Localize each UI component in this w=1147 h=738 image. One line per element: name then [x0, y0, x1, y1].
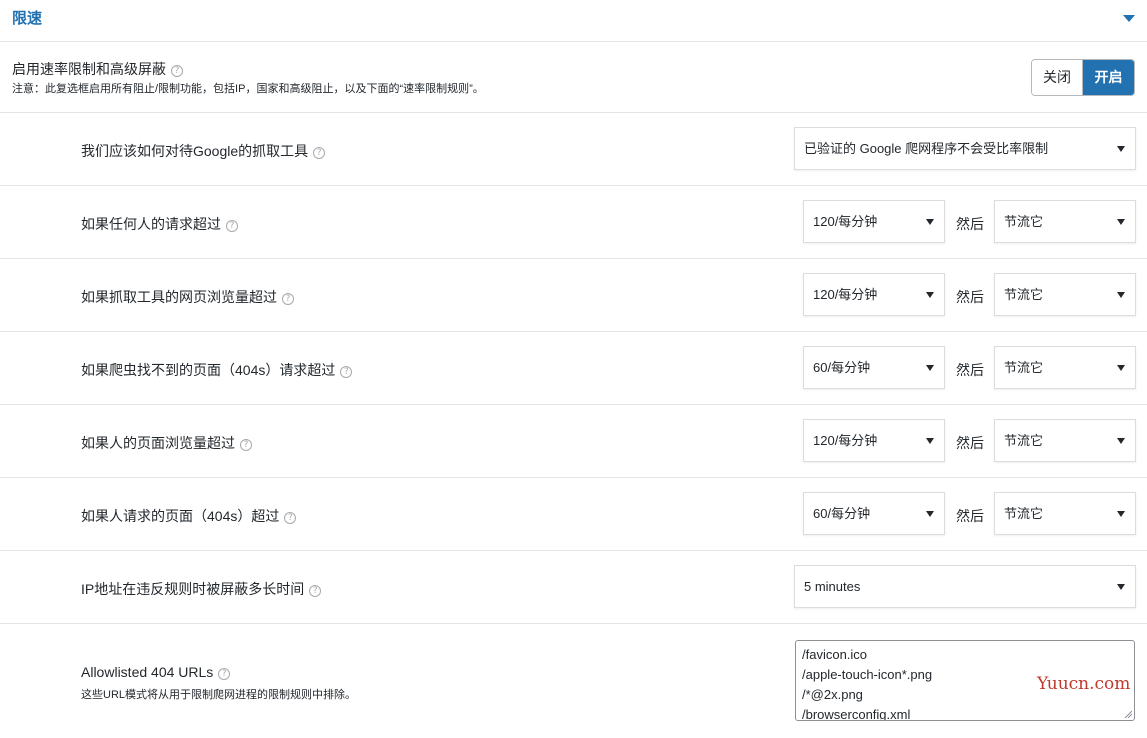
enable-rate-limiting-label: 启用速率限制和高级屏蔽?	[12, 59, 183, 79]
allowlist-row: Allowlisted 404 URLs? 这些URL模式将从用于限制爬网进程的…	[0, 624, 1147, 738]
rule-rate-select[interactable]: 120/每分钟	[803, 200, 945, 243]
help-icon[interactable]: ?	[218, 668, 231, 680]
help-icon[interactable]: ?	[313, 147, 326, 159]
section-header[interactable]: 限速	[0, 0, 1147, 42]
then-label: 然后	[956, 508, 984, 524]
rule-rate-select[interactable]: 60/每分钟	[803, 492, 945, 535]
chevron-down-icon	[1117, 584, 1125, 590]
chevron-down-icon	[926, 511, 934, 517]
help-icon[interactable]: ?	[226, 220, 238, 232]
chevron-down-icon	[1117, 146, 1125, 152]
resize-grip-icon[interactable]	[1124, 710, 1132, 718]
rule-label: 如果抓取工具的网页浏览量超过?	[81, 287, 294, 307]
chevron-down-icon	[926, 365, 934, 371]
allowlist-description: 这些URL模式将从用于限制爬网进程的限制规则中排除。	[81, 689, 357, 701]
rule-rate-select[interactable]: 120/每分钟	[803, 273, 945, 316]
rule-action-select[interactable]: 节流它	[994, 200, 1136, 243]
chevron-down-icon	[1117, 511, 1125, 517]
block-duration-row: IP地址在违反规则时被屏蔽多长时间? 5 minutes	[0, 551, 1147, 624]
rule-label: 如果人的页面浏览量超过?	[81, 433, 252, 453]
rate-limiting-toggle[interactable]: 关闭 开启	[1031, 59, 1135, 96]
allowlist-line: /favicon.ico	[802, 647, 868, 662]
block-duration-select[interactable]: 5 minutes	[794, 565, 1136, 608]
rule-action-select[interactable]: 节流它	[994, 273, 1136, 316]
help-icon[interactable]: ?	[284, 512, 297, 524]
google-crawler-label: 我们应该如何对待Google的抓取工具?	[81, 141, 326, 161]
block-duration-label: IP地址在违反规则时被屏蔽多长时间?	[81, 579, 322, 599]
then-label: 然后	[956, 435, 984, 451]
help-icon[interactable]: ?	[171, 65, 183, 77]
chevron-down-icon	[1117, 365, 1125, 371]
toggle-on-button[interactable]: 开启	[1083, 60, 1134, 95]
then-label: 然后	[956, 362, 984, 378]
allowlist-label: Allowlisted 404 URLs?	[81, 664, 231, 680]
watermark: Yuucn.com	[1037, 674, 1131, 694]
help-icon[interactable]: ?	[340, 366, 353, 378]
rule-action-select[interactable]: 节流它	[994, 419, 1136, 462]
rule-rate-select[interactable]: 60/每分钟	[803, 346, 945, 389]
rule-row: 如果爬虫找不到的页面（404s）请求超过? 60/每分钟 然后 节流它	[0, 332, 1147, 405]
toggle-off-button[interactable]: 关闭	[1032, 60, 1084, 95]
chevron-down-icon	[1117, 219, 1125, 225]
rule-row: 如果人的页面浏览量超过? 120/每分钟 然后 节流它	[0, 405, 1147, 478]
triangle-down-icon[interactable]	[1122, 13, 1136, 23]
rule-action-select[interactable]: 节流它	[994, 346, 1136, 389]
chevron-down-icon	[926, 292, 934, 298]
chevron-down-icon	[926, 219, 934, 225]
rule-rate-select[interactable]: 120/每分钟	[803, 419, 945, 462]
enable-rate-limiting-note: 注意：此复选框启用所有阻止/限制功能，包括IP，国家和高级阻止，以及下面的“速率…	[12, 83, 484, 95]
help-icon[interactable]: ?	[240, 439, 252, 451]
rule-label: 如果任何人的请求超过?	[81, 214, 238, 234]
then-label: 然后	[956, 289, 984, 305]
rule-label: 如果爬虫找不到的页面（404s）请求超过?	[81, 360, 353, 380]
chevron-down-icon	[1117, 292, 1125, 298]
rule-action-select[interactable]: 节流它	[994, 492, 1136, 535]
rule-label: 如果人请求的页面（404s）超过?	[81, 506, 297, 526]
enable-rate-limiting-row: 启用速率限制和高级屏蔽? 注意：此复选框启用所有阻止/限制功能，包括IP，国家和…	[0, 42, 1147, 113]
google-crawler-select[interactable]: 已验证的 Google 爬网程序不会受比率限制	[794, 127, 1136, 170]
rule-row: 如果人请求的页面（404s）超过? 60/每分钟 然后 节流它	[0, 478, 1147, 551]
chevron-down-icon	[1117, 438, 1125, 444]
google-crawler-row: 我们应该如何对待Google的抓取工具? 已验证的 Google 爬网程序不会受…	[0, 113, 1147, 186]
chevron-down-icon	[926, 438, 934, 444]
help-icon[interactable]: ?	[282, 293, 294, 305]
help-icon[interactable]: ?	[309, 585, 322, 597]
rule-row: 如果抓取工具的网页浏览量超过? 120/每分钟 然后 节流它	[0, 259, 1147, 332]
rule-row: 如果任何人的请求超过? 120/每分钟 然后 节流它	[0, 186, 1147, 259]
then-label: 然后	[956, 216, 984, 232]
allowlist-line: /browserconfig.xml	[802, 707, 911, 721]
section-title: 限速	[12, 10, 43, 27]
